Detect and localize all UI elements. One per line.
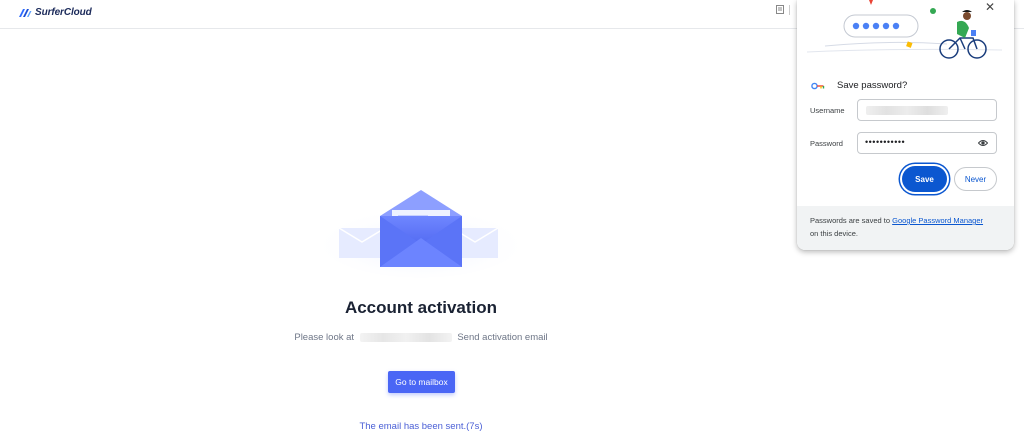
email-sent-status[interactable]: The email has been sent.(7s) bbox=[0, 421, 842, 432]
username-field[interactable] bbox=[857, 99, 997, 121]
envelope-illustration bbox=[318, 180, 528, 280]
redacted-email bbox=[359, 332, 452, 342]
description-prefix: Please look at bbox=[294, 332, 355, 343]
footer-prefix: Passwords are saved to bbox=[810, 216, 891, 225]
close-icon[interactable]: ✕ bbox=[984, 1, 996, 13]
footer-suffix: on this device. bbox=[810, 228, 858, 238]
password-field[interactable]: ••••••••••• bbox=[857, 132, 997, 154]
redacted-username bbox=[866, 106, 948, 115]
eye-icon[interactable] bbox=[978, 139, 988, 147]
brand-name: SurferCloud bbox=[35, 7, 92, 18]
popup-footer: Passwords are saved to Google Password M… bbox=[797, 206, 1014, 250]
page-title: Account activation bbox=[344, 298, 498, 317]
username-label: Username bbox=[810, 106, 845, 115]
header-divider bbox=[789, 5, 790, 15]
password-value: ••••••••••• bbox=[865, 137, 906, 147]
never-button[interactable]: Never bbox=[954, 167, 997, 191]
document-icon[interactable] bbox=[776, 5, 784, 17]
envelope-icon bbox=[321, 190, 521, 278]
key-icon bbox=[811, 82, 825, 89]
brand-logo[interactable]: SurferCloud bbox=[18, 7, 92, 18]
popup-header: Save password? bbox=[811, 80, 907, 91]
password-illustration bbox=[806, 0, 1003, 59]
save-button[interactable]: Save bbox=[902, 166, 947, 192]
save-password-popup: ✕ Save password? Username Password •••••… bbox=[797, 0, 1014, 250]
surfercloud-logo-icon bbox=[19, 8, 32, 17]
description-suffix: Send activation email bbox=[457, 332, 548, 343]
go-to-mailbox-button[interactable]: Go to mailbox bbox=[388, 371, 455, 393]
password-manager-link[interactable]: Google Password Manager bbox=[892, 216, 983, 225]
popup-title: Save password? bbox=[837, 80, 908, 91]
activation-description: Please look at Send activation email bbox=[0, 332, 842, 343]
password-label: Password bbox=[810, 139, 843, 148]
